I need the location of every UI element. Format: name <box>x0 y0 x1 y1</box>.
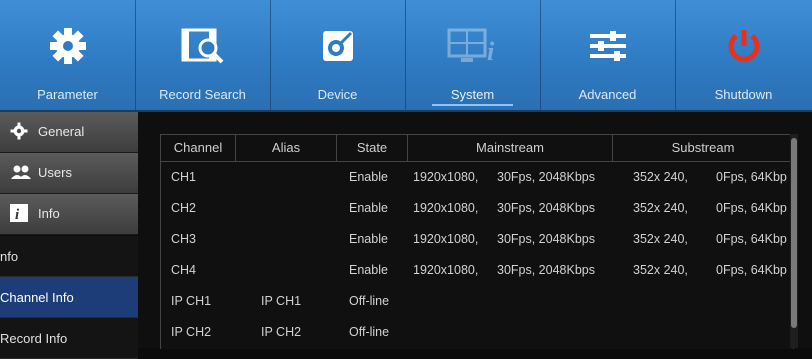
active-tab-indicator <box>432 104 513 106</box>
content-panel: Channel Alias State Mainstream Substream… <box>138 112 812 349</box>
cell-alias: IP CH2 <box>261 325 302 339</box>
cell-main-rate: 30Fps, 2048Kbps <box>497 263 595 277</box>
cell-sub-resolution: 352x 240, <box>633 170 688 184</box>
cell-sub-rate: 0Fps, 64Kbp <box>716 263 787 277</box>
table-row[interactable]: CH1 Enable 1920x1080, 30Fps, 2048Kbps 352x 2… <box>161 162 793 193</box>
toolbar-label: Device <box>317 87 358 102</box>
sidebar-subitem-label: Channel Info <box>0 290 74 305</box>
info-icon: i <box>10 204 28 223</box>
sidebar-subitem-label: nfo <box>0 249 19 264</box>
sidebar-item-label: Users <box>38 165 72 180</box>
cell-main-resolution: 1920x1080, <box>413 170 479 184</box>
sidebar-item-label: Info <box>38 206 60 221</box>
cell-channel: IP CH1 <box>171 294 212 308</box>
cell-state: Off-line <box>349 325 390 339</box>
cell-main-rate: 30Fps, 2048Kbps <box>497 232 595 246</box>
cell-main-resolution: 1920x1080, <box>413 263 479 277</box>
toolbar-label: System <box>450 87 495 102</box>
cell-state: Off-line <box>349 294 390 308</box>
sidebar-item-general[interactable]: General <box>0 112 138 153</box>
gear-icon <box>10 122 28 140</box>
cell-main-rate: 30Fps, 2048Kbps <box>497 170 595 184</box>
table-row[interactable]: CH2 Enable 1920x1080, 30Fps, 2048Kbps 352x 2… <box>161 193 793 224</box>
table-row[interactable]: CH3 Enable 1920x1080, 30Fps, 2048Kbps 352x 2… <box>161 224 793 255</box>
cell-sub-rate: 0Fps, 64Kbp <box>716 232 787 246</box>
toolbar-system[interactable]: i System <box>405 0 541 110</box>
toolbar-parameter[interactable]: Parameter <box>0 0 136 110</box>
system-info-icon: i <box>405 26 540 66</box>
column-header-substream: Substream <box>671 140 735 155</box>
cell-state: Enable <box>349 170 388 184</box>
column-header-mainstream: Mainstream <box>408 135 613 161</box>
record-search-icon <box>135 26 270 66</box>
gear-icon <box>0 26 135 66</box>
sliders-icon <box>540 26 675 66</box>
cell-state: Enable <box>349 263 388 277</box>
table-header: Channel Alias State Mainstream Substream <box>161 135 793 162</box>
svg-text:i: i <box>487 37 495 66</box>
sidebar-item-info[interactable]: i Info <box>0 194 138 235</box>
cell-alias: IP CH1 <box>261 294 302 308</box>
users-icon <box>10 163 31 181</box>
toolbar-label: Advanced <box>578 87 637 102</box>
channel-info-table: Channel Alias State Mainstream Substream… <box>160 134 794 349</box>
toolbar-label: Record Search <box>159 87 246 102</box>
toolbar-shutdown[interactable]: Shutdown <box>675 0 812 110</box>
cell-sub-rate: 0Fps, 64Kbp <box>716 170 787 184</box>
cell-channel: IP CH2 <box>171 325 212 339</box>
sidebar-subitem-channel-info[interactable]: Channel Info <box>0 277 138 318</box>
toolbar-label: Parameter <box>37 87 98 102</box>
cell-channel: CH3 <box>171 232 197 246</box>
cell-state: Enable <box>349 232 388 246</box>
sidebar-subitem-label: Record Info <box>0 331 68 346</box>
toolbar-advanced[interactable]: Advanced <box>540 0 676 110</box>
toolbar-label: Shutdown <box>714 87 773 102</box>
sidebar-item-label: General <box>38 124 85 139</box>
cell-sub-resolution: 352x 240, <box>633 263 688 277</box>
table-row[interactable]: IP CH1 IP CH1 Off-line <box>161 286 793 317</box>
cell-main-rate: 30Fps, 2048Kbps <box>497 201 595 215</box>
table-row[interactable]: CH4 Enable 1920x1080, 30Fps, 2048Kbps 352x 2… <box>161 255 793 286</box>
cell-main-resolution: 1920x1080, <box>413 232 479 246</box>
sidebar-subitem-record-info[interactable]: Record Info <box>0 318 138 359</box>
sidebar-subitem-info[interactable]: nfo <box>0 236 138 277</box>
cell-sub-resolution: 352x 240, <box>633 232 688 246</box>
cell-sub-rate: 0Fps, 64Kbp <box>716 201 787 215</box>
cell-sub-resolution: 352x 240, <box>633 201 688 215</box>
cell-channel: CH4 <box>171 263 197 277</box>
column-header-channel: Channel <box>161 135 236 161</box>
cell-channel: CH1 <box>171 170 197 184</box>
main-toolbar: Parameter Record Search Device i System … <box>0 0 812 112</box>
toolbar-device[interactable]: Device <box>270 0 406 110</box>
cell-channel: CH2 <box>171 201 197 215</box>
column-header-state: State <box>337 135 408 161</box>
toolbar-record-search[interactable]: Record Search <box>135 0 271 110</box>
cell-state: Enable <box>349 201 388 215</box>
table-row[interactable]: IP CH2 IP CH2 Off-line <box>161 317 793 348</box>
sidebar: General Users i Info nfo Channel Info Re… <box>0 112 138 359</box>
table-scrollbar-thumb[interactable] <box>791 138 797 328</box>
cell-main-resolution: 1920x1080, <box>413 201 479 215</box>
device-icon <box>270 26 405 66</box>
power-icon <box>675 26 812 66</box>
column-header-alias: Alias <box>236 135 337 161</box>
sidebar-item-users[interactable]: Users <box>0 153 138 194</box>
